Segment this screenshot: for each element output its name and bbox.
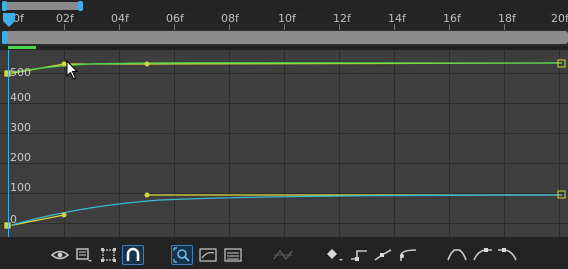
value-label-300: 300 [10, 121, 31, 134]
value-label-500: 500 [10, 66, 31, 79]
value-label-400: 400 [10, 91, 31, 104]
easy-ease-icon[interactable] [446, 245, 468, 265]
time-navigator-bar[interactable] [6, 31, 568, 44]
easy-ease-in-icon[interactable] [472, 245, 494, 265]
graph-canvas[interactable] [0, 50, 568, 237]
ruler-label-12f: 12f [333, 12, 351, 25]
auto-bezier-icon[interactable] [397, 245, 419, 265]
work-area-end-handle[interactable] [78, 1, 83, 11]
render-cache-indicator [8, 46, 36, 49]
transform-box-icon[interactable] [98, 245, 120, 265]
value-label-200: 200 [10, 151, 31, 164]
ruler-label-10f: 10f [278, 12, 296, 25]
ruler-label-18f: 18f [498, 12, 516, 25]
snap-icon[interactable] [122, 245, 144, 265]
keyframe-handle [144, 192, 150, 198]
fit-all-width-icon[interactable] [222, 245, 244, 265]
separate-dimensions-icon[interactable] [272, 245, 294, 265]
keyframe-handle [144, 61, 150, 67]
graph-toolbar [0, 237, 568, 269]
time-ruler[interactable]: 0f 02f 04f 06f 08f 10f 12f 14f 16f 18f 2… [0, 12, 568, 30]
graph-editor[interactable]: 500 400 300 200 100 0 [0, 50, 568, 237]
hold-keyframe-icon[interactable] [348, 245, 370, 265]
ruler-label-14f: 14f [388, 12, 406, 25]
playhead-head-icon[interactable] [2, 13, 18, 30]
keyframe-handle [61, 212, 67, 218]
graph-type-icon[interactable] [73, 245, 95, 265]
time-navigator[interactable] [0, 30, 568, 46]
fit-selection-icon[interactable] [171, 245, 193, 265]
easy-ease-out-icon[interactable] [496, 245, 518, 265]
work-area-start-handle[interactable] [2, 1, 7, 11]
linear-keyframe-icon[interactable] [372, 245, 394, 265]
work-area-bar[interactable] [4, 2, 80, 10]
add-keyframe-icon[interactable] [324, 245, 346, 265]
value-label-0: 0 [10, 213, 17, 226]
ruler-label-20f: 20f [551, 12, 568, 25]
value-label-100: 100 [10, 181, 31, 194]
fit-all-icon[interactable] [197, 245, 219, 265]
eye-icon[interactable] [49, 245, 71, 265]
keyframe-handle [61, 61, 67, 67]
time-navigator-start-handle[interactable] [2, 31, 8, 44]
ruler-label-16f: 16f [443, 12, 461, 25]
